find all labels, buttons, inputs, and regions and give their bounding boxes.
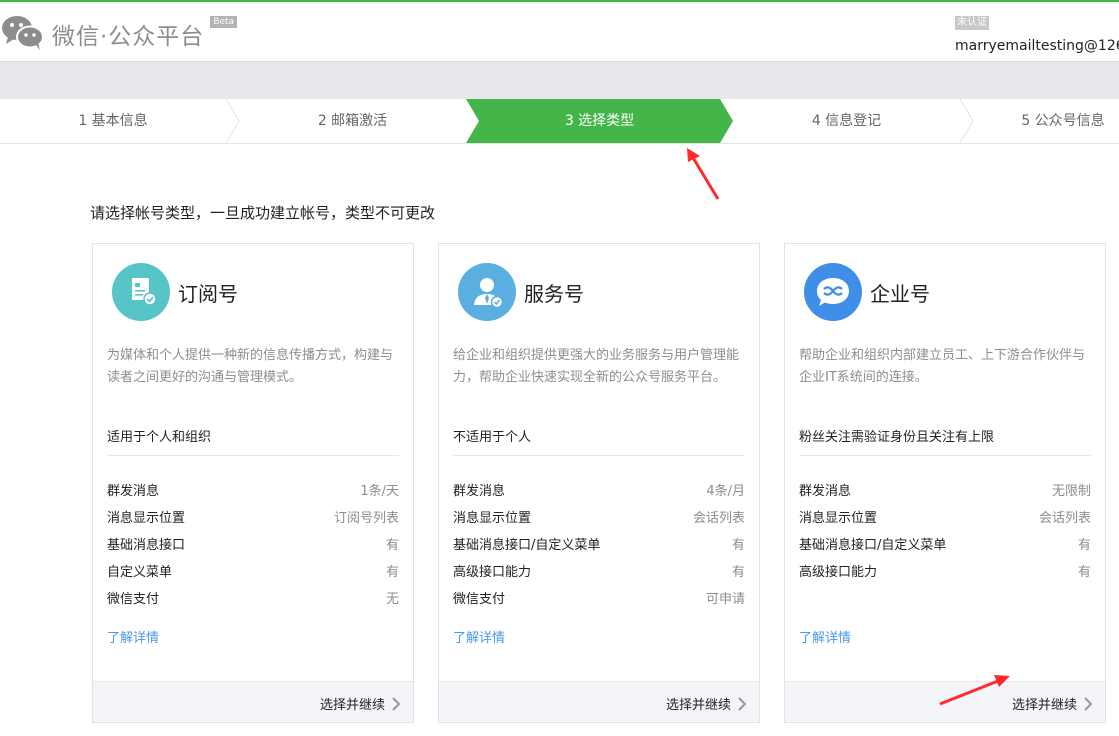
feature-row: 群发消息 1条/天	[107, 480, 399, 500]
unverified-badge: 未认证	[955, 16, 989, 30]
step-3-choose-type: 3 选择类型	[564, 113, 635, 129]
beta-badge: Beta	[210, 16, 238, 28]
card-enterprise: 企业号 帮助企业和组织内部建立员工、上下游合作伙伴与企业IT系统间的连接。 粉丝…	[784, 243, 1106, 723]
feature-value: 无	[385, 592, 399, 607]
card-title: 服务号	[524, 281, 584, 306]
enterprise-icon	[804, 263, 862, 321]
feature-row: 微信支付 可申请	[453, 588, 745, 608]
step-5-account-info: 5 公众号信息	[1021, 113, 1105, 129]
feature-value: 有	[1077, 565, 1091, 580]
card-title: 企业号	[870, 281, 930, 306]
page-instruction: 请选择帐号类型，一旦成功建立帐号，类型不可更改	[90, 204, 436, 222]
learn-more-link[interactable]: 了解详情	[453, 627, 505, 646]
feature-value: 可申请	[705, 592, 745, 607]
feature-value: 4条/月	[706, 484, 745, 499]
feature-row: 群发消息 4条/月	[453, 480, 745, 500]
step-1-basic-info: 1 基本信息	[78, 113, 148, 129]
account-email[interactable]: marryemailtesting@126.	[955, 38, 1119, 54]
feature-name: 自定义菜单	[107, 565, 173, 580]
feature-name: 消息显示位置	[799, 511, 878, 526]
feature-name: 群发消息	[799, 484, 852, 499]
card-title: 订阅号	[178, 281, 238, 306]
subscription-icon	[112, 263, 170, 321]
choose-and-continue-button[interactable]: 选择并继续	[666, 694, 747, 713]
card-footer: 选择并继续	[93, 681, 413, 722]
feature-name: 基础消息接口	[107, 538, 186, 553]
logo[interactable]: 微信·公众平台 Beta	[0, 12, 238, 56]
annotation-arrow-icon	[939, 675, 1010, 706]
feature-name: 高级接口能力	[799, 565, 878, 580]
choose-label: 选择并继续	[1011, 698, 1077, 713]
card-description: 给企业和组织提供更强大的业务服务与用户管理能力，帮助企业快速实现全新的公众号服务…	[453, 348, 740, 385]
learn-more-link[interactable]: 了解详情	[107, 627, 159, 646]
user-area: 未认证 marryemailtesting@126.	[955, 10, 1119, 54]
feature-row: 基础消息接口/自定义菜单 有	[453, 534, 745, 554]
feature-value: 有	[385, 538, 399, 553]
feature-name: 消息显示位置	[453, 511, 532, 526]
header: 微信·公众平台 Beta 未认证 marryemailtesting@126.	[0, 2, 1119, 61]
feature-value: 有	[731, 538, 745, 553]
feature-name: 微信支付	[453, 592, 506, 607]
feature-value: 会话列表	[1038, 511, 1091, 526]
step-2-email-activation: 2 邮箱激活	[317, 113, 388, 129]
feature-name: 微信支付	[107, 592, 160, 607]
feature-row: 消息显示位置 订阅号列表	[107, 507, 399, 527]
card-footer: 选择并继续	[439, 681, 759, 722]
choose-label: 选择并继续	[665, 698, 731, 713]
feature-row: 自定义菜单 有	[107, 561, 399, 581]
learn-more-link[interactable]: 了解详情	[799, 627, 851, 646]
feature-value: 订阅号列表	[333, 511, 399, 526]
feature-value: 无限制	[1051, 484, 1091, 499]
feature-row: 微信支付 无	[107, 588, 399, 608]
feature-row: 消息显示位置 会话列表	[453, 507, 745, 527]
feature-row: 消息显示位置 会话列表	[799, 507, 1091, 527]
divider	[453, 455, 745, 456]
feature-name: 群发消息	[453, 484, 506, 499]
card-subscription: 订阅号 为媒体和个人提供一种新的信息传播方式，构建与读者之间更好的沟通与管理模式…	[92, 243, 414, 723]
feature-name: 高级接口能力	[453, 565, 532, 580]
feature-row: 基础消息接口 有	[107, 534, 399, 554]
logo-text: 微信·公众平台	[52, 24, 205, 50]
divider	[107, 455, 399, 456]
step-progress: 1 基本信息 2 邮箱激活 3 选择类型 4 信息登记 5 公众号信息	[0, 99, 1119, 144]
card-suitability: 粉丝关注需验证身份且关注有上限	[799, 430, 995, 445]
wechat-logo-icon	[0, 12, 46, 52]
feature-name: 群发消息	[107, 484, 160, 499]
choose-and-continue-button[interactable]: 选择并继续	[1012, 694, 1093, 713]
step-4-info-registration: 4 信息登记	[811, 113, 882, 129]
feature-row: 高级接口能力 有	[799, 561, 1091, 581]
feature-row: 基础消息接口/自定义菜单 有	[799, 534, 1091, 554]
chevron-right-icon	[1084, 696, 1093, 711]
annotation-arrow-icon	[687, 148, 720, 200]
feature-row: 高级接口能力 有	[453, 561, 745, 581]
feature-name: 消息显示位置	[107, 511, 186, 526]
feature-value: 有	[385, 565, 399, 580]
choose-label: 选择并继续	[319, 698, 385, 713]
card-description: 为媒体和个人提供一种新的信息传播方式，构建与读者之间更好的沟通与管理模式。	[107, 348, 394, 385]
feature-name: 基础消息接口/自定义菜单	[453, 538, 601, 553]
card-description: 帮助企业和组织内部建立员工、上下游合作伙伴与企业IT系统间的连接。	[799, 348, 1086, 385]
choose-and-continue-button[interactable]: 选择并继续	[320, 694, 401, 713]
feature-value: 1条/天	[360, 484, 399, 499]
service-icon	[458, 263, 516, 321]
card-suitability: 不适用于个人	[453, 430, 532, 445]
feature-value: 有	[731, 565, 745, 580]
card-service: 服务号 给企业和组织提供更强大的业务服务与用户管理能力，帮助企业快速实现全新的公…	[438, 243, 760, 723]
chevron-right-icon	[738, 696, 747, 711]
feature-value: 有	[1077, 538, 1091, 553]
feature-name: 基础消息接口/自定义菜单	[799, 538, 947, 553]
card-suitability: 适用于个人和组织	[107, 430, 212, 445]
navigation-bar	[0, 61, 1119, 99]
feature-row: 群发消息 无限制	[799, 480, 1091, 500]
divider	[799, 455, 1091, 456]
chevron-right-icon	[392, 696, 401, 711]
feature-value: 会话列表	[692, 511, 745, 526]
